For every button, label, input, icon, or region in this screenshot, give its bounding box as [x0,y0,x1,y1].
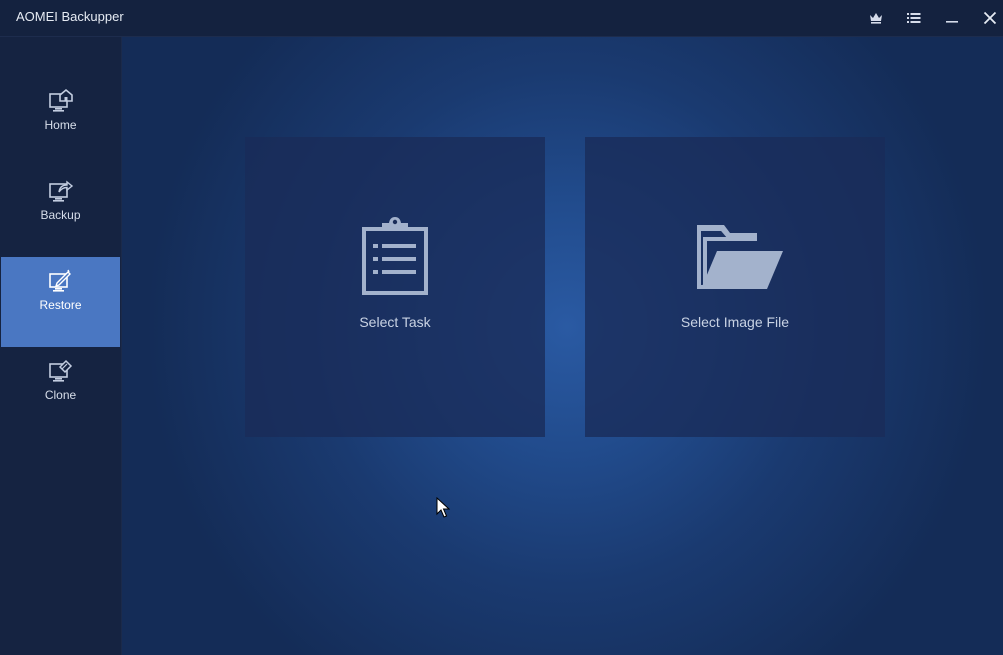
folder-open-icon [697,225,783,289]
close-icon [983,11,997,25]
app-window: AOMEI Backupper Home Backup Restore Clon… [0,0,1003,655]
list-menu-icon [907,13,921,23]
sidebar-item-label: Backup [40,208,81,222]
sidebar-item-restore[interactable]: Restore [1,257,120,347]
sidebar: Home Backup Restore Clone [0,37,122,655]
minimize-button[interactable] [939,6,965,30]
backup-monitor-icon [49,180,74,202]
clone-monitor-icon [49,359,73,382]
crown-icon [870,13,882,24]
upgrade-crown-button[interactable] [863,6,889,30]
sidebar-item-home[interactable]: Home [1,77,120,167]
minimize-icon [946,21,958,23]
title-bar: AOMEI Backupper [0,0,1003,37]
sidebar-item-clone[interactable]: Clone [1,347,120,437]
sidebar-item-label: Restore [39,298,82,312]
main-panel: Select Task Select Image File [122,37,1003,655]
sidebar-item-backup[interactable]: Backup [1,167,120,257]
select-image-file-label: Select Image File [680,314,790,330]
app-title: AOMEI Backupper [16,9,124,24]
select-image-file-card[interactable]: Select Image File [585,137,885,437]
select-task-card[interactable]: Select Task [245,137,545,437]
close-button[interactable] [977,6,1003,30]
restore-monitor-icon [49,269,71,292]
sidebar-item-label: Clone [44,388,77,402]
menu-button[interactable] [901,6,927,30]
clipboard-list-icon [362,217,428,295]
home-monitor-icon [49,88,73,112]
select-task-label: Select Task [359,314,431,330]
sidebar-item-label: Home [44,118,77,132]
mouse-cursor-icon [436,497,450,518]
